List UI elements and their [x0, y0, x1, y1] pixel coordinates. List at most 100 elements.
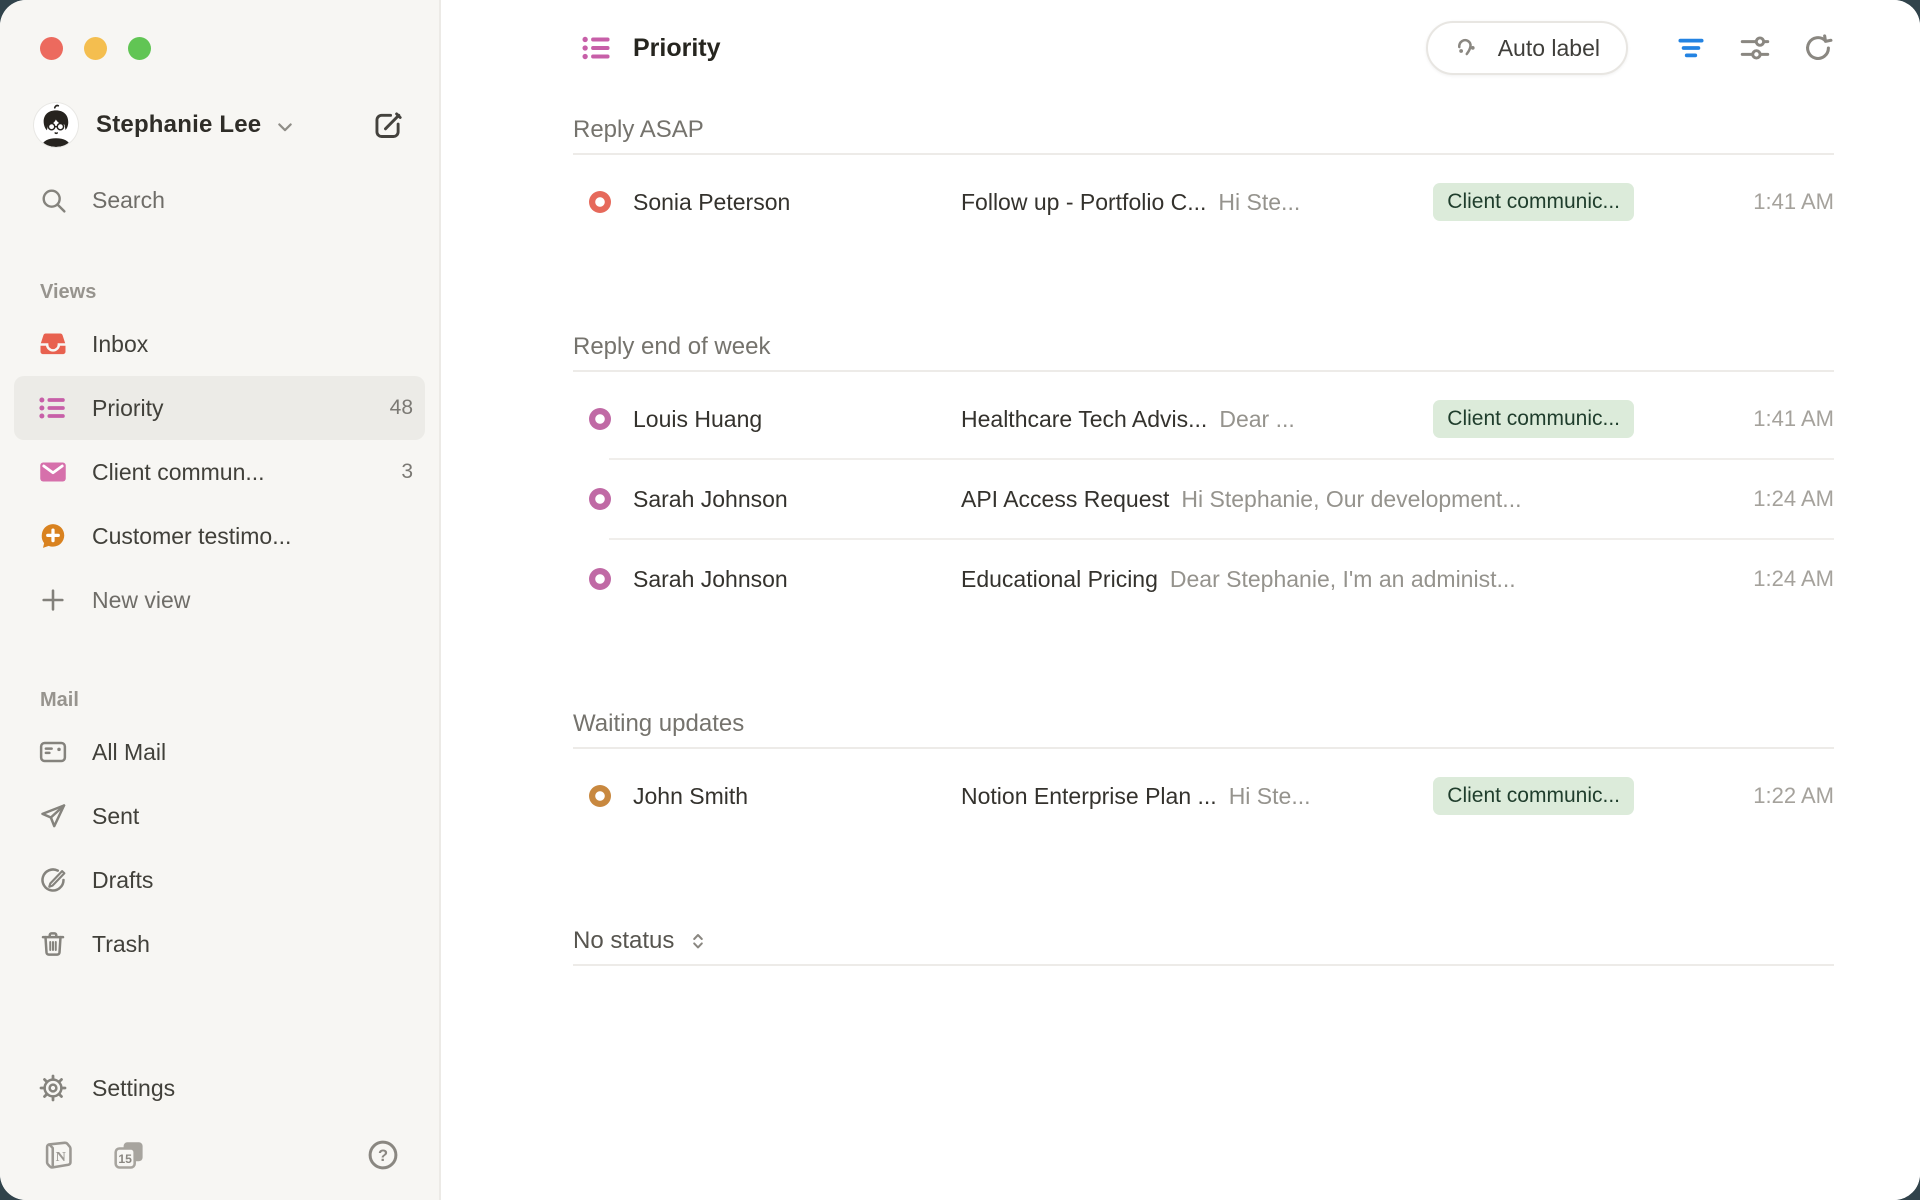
- testimonial-bubble-icon: [38, 521, 68, 551]
- divider: [573, 964, 1834, 966]
- all-mail-icon: [38, 737, 68, 767]
- priority-list-icon: [38, 393, 68, 423]
- email-time: 1:24 AM: [1634, 486, 1834, 512]
- calendar-app-button[interactable]: 15: [112, 1138, 146, 1172]
- sidebar: Stephanie Lee Search Views: [0, 0, 441, 1200]
- close-button[interactable]: [40, 37, 63, 60]
- email-subject: Notion Enterprise Plan ...: [961, 783, 1217, 810]
- label-badge[interactable]: Client communic...: [1433, 183, 1634, 221]
- drafts-icon: [38, 865, 68, 895]
- settings-button[interactable]: Settings: [0, 1056, 439, 1120]
- auto-label-text: Auto label: [1498, 35, 1600, 62]
- email-sender: Louis Huang: [633, 406, 961, 433]
- main-header: Priority Auto label: [441, 0, 1920, 96]
- compose-button[interactable]: [372, 109, 405, 142]
- auto-label-button[interactable]: Auto label: [1426, 21, 1628, 75]
- sidebar-footer: N 15 ?: [0, 1120, 439, 1200]
- search-icon: [38, 185, 68, 215]
- notion-app-button[interactable]: N: [40, 1138, 74, 1172]
- sidebar-item-client-communications[interactable]: Client commun... 3: [0, 440, 439, 504]
- display-options-icon: [1738, 31, 1772, 65]
- refresh-button[interactable]: [1802, 32, 1834, 64]
- sort-chevrons-icon: [686, 929, 710, 953]
- sidebar-item-trash[interactable]: Trash: [0, 912, 439, 976]
- email-preview: Dear Stephanie, I'm an administ...: [1170, 566, 1618, 593]
- sidebar-item-label: Client commun...: [92, 459, 265, 486]
- email-subject: API Access Request: [961, 486, 1169, 513]
- email-time: 1:41 AM: [1634, 406, 1834, 432]
- sidebar-item-label: Drafts: [92, 867, 153, 894]
- inbox-icon: [38, 329, 68, 359]
- sidebar-item-inbox[interactable]: Inbox: [0, 312, 439, 376]
- email-preview: Hi Ste...: [1218, 189, 1417, 216]
- group-title: Reply ASAP: [573, 107, 1834, 153]
- email-row[interactable]: Sarah Johnson Educational Pricing Dear S…: [573, 540, 1834, 618]
- email-sender: Sarah Johnson: [633, 566, 961, 593]
- svg-text:?: ?: [378, 1147, 388, 1165]
- group-title-no-status[interactable]: No status: [573, 918, 1834, 964]
- email-row[interactable]: John Smith Notion Enterprise Plan ... Hi…: [573, 757, 1834, 835]
- sidebar-item-priority[interactable]: Priority 48: [14, 376, 425, 440]
- sidebar-item-label: Inbox: [92, 331, 148, 358]
- label-badge[interactable]: Client communic...: [1433, 777, 1634, 815]
- help-icon: ?: [365, 1137, 401, 1173]
- email-time: 1:22 AM: [1634, 783, 1834, 809]
- email-row[interactable]: Sonia Peterson Follow up - Portfolio C..…: [573, 163, 1834, 241]
- email-row[interactable]: Louis Huang Healthcare Tech Advis... Dea…: [573, 380, 1834, 458]
- sidebar-item-all-mail[interactable]: All Mail: [0, 720, 439, 784]
- svg-text:15: 15: [118, 1152, 132, 1166]
- status-dot-icon: [589, 191, 611, 213]
- filter-button[interactable]: [1674, 31, 1708, 65]
- notion-logo-icon: N: [40, 1138, 74, 1172]
- sidebar-item-label: New view: [92, 587, 190, 614]
- email-sender: Sonia Peterson: [633, 189, 961, 216]
- new-view-button[interactable]: New view: [0, 568, 439, 632]
- zoom-button[interactable]: [128, 37, 151, 60]
- sidebar-item-drafts[interactable]: Drafts: [0, 848, 439, 912]
- main-panel: Priority Auto label: [441, 0, 1920, 1200]
- app-window: Stephanie Lee Search Views: [0, 0, 1920, 1200]
- sidebar-item-label: Trash: [92, 931, 150, 958]
- email-subject: Educational Pricing: [961, 566, 1158, 593]
- avatar: [34, 103, 78, 147]
- filter-icon: [1674, 31, 1708, 65]
- send-icon: [38, 801, 68, 831]
- email-preview: Hi Ste...: [1229, 783, 1418, 810]
- email-preview: Dear ...: [1219, 406, 1417, 433]
- gear-icon: [38, 1073, 68, 1103]
- compose-icon: [372, 109, 405, 142]
- chevron-down-icon: [275, 117, 295, 137]
- svg-text:N: N: [56, 1149, 67, 1165]
- sidebar-item-label: Customer testimo...: [92, 523, 291, 550]
- account-switcher[interactable]: Stephanie Lee: [0, 96, 439, 154]
- plus-icon: [38, 585, 68, 615]
- email-time: 1:41 AM: [1634, 189, 1834, 215]
- email-subject: Follow up - Portfolio C...: [961, 189, 1206, 216]
- label-badge[interactable]: Client communic...: [1433, 400, 1634, 438]
- minimize-button[interactable]: [84, 37, 107, 60]
- views-section-label: Views: [0, 272, 439, 312]
- status-group-reply-asap: Reply ASAP Sonia Peterson Follow up - Po…: [573, 107, 1834, 241]
- sidebar-item-customer-testimonials[interactable]: Customer testimo...: [0, 504, 439, 568]
- refresh-icon: [1802, 32, 1834, 64]
- sidebar-item-label: All Mail: [92, 739, 166, 766]
- group-title: Reply end of week: [573, 324, 1834, 370]
- status-dot-icon: [589, 568, 611, 590]
- display-options-button[interactable]: [1738, 31, 1772, 65]
- user-name: Stephanie Lee: [96, 111, 261, 139]
- status-dot-icon: [589, 785, 611, 807]
- sidebar-item-label: Priority: [92, 395, 164, 422]
- status-dot-icon: [589, 488, 611, 510]
- group-title-text: No status: [573, 927, 674, 955]
- email-row[interactable]: Sarah Johnson API Access Request Hi Step…: [573, 460, 1834, 538]
- email-list: Reply ASAP Sonia Peterson Follow up - Po…: [441, 96, 1920, 1049]
- window-controls: [0, 0, 439, 60]
- help-button[interactable]: ?: [365, 1137, 401, 1173]
- priority-list-icon: [581, 32, 613, 64]
- unread-count: 3: [401, 460, 413, 484]
- auto-label-icon: [1454, 33, 1484, 63]
- email-sender: Sarah Johnson: [633, 486, 961, 513]
- search-input[interactable]: Search: [0, 168, 439, 232]
- status-group-waiting-updates: Waiting updates John Smith Notion Enterp…: [573, 701, 1834, 835]
- sidebar-item-sent[interactable]: Sent: [0, 784, 439, 848]
